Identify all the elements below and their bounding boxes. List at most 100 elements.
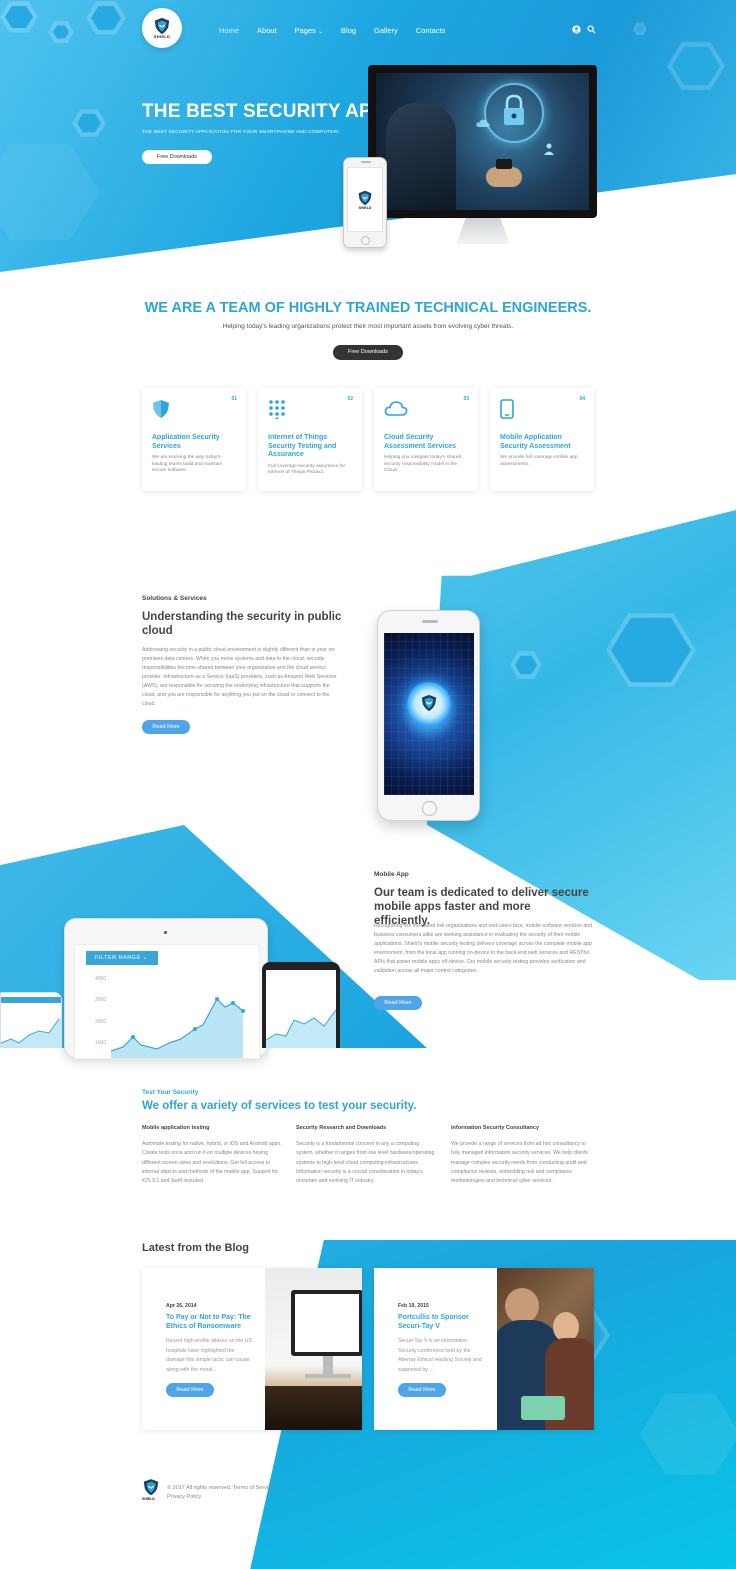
monitor-stand [456,218,510,244]
service-column-title: Mobile application testing [142,1125,210,1131]
solutions-text: Addressing security in a public cloud en… [142,647,337,707]
tablet-screen: FILTER RANGE ⌄ 4000 3000 2000 1000 [74,944,260,1059]
card-title: Internet of Things Security Testing and … [268,434,337,458]
nav-item-pages[interactable]: Pages ⌄ [295,26,323,35]
test-title: We offer a variety of services to test y… [142,1100,417,1112]
blog-title: Latest from the Blog [142,1242,249,1254]
hexagon-decoration [510,651,542,679]
object-in-photo [521,1396,565,1420]
hexagon-decoration [667,42,725,90]
nav-item-home[interactable]: Home [219,26,239,35]
home-button [422,801,437,816]
mobile-read-more-button[interactable]: Read More [374,996,422,1010]
chevron-down-icon: ⌄ [318,29,324,35]
post-image [497,1268,594,1430]
service-column-text: Security is a fundamental concern in any… [296,1141,435,1185]
service-card[interactable]: 02 Internet of Things Security Testing a… [258,388,362,491]
blog-post-card[interactable]: Apr 26, 2014 To Pay or Not to Pay: The E… [142,1268,362,1430]
team-title: WE ARE A TEAM OF HIGHLY TRAINED TECHNICA… [144,300,592,316]
post-date: Apr 26, 2014 [166,1303,197,1309]
search-icon[interactable] [587,25,596,34]
monitor-base-in-photo [305,1374,351,1378]
desktop-monitor-image [368,65,597,218]
shield-logo-icon [421,694,437,712]
card-title: Cloud Security Assessment Services [384,434,456,450]
hexagon-decoration [640,1393,736,1475]
header-icons [572,25,596,34]
shield-icon [153,400,169,418]
y-tick-label: 3000 [95,997,107,1003]
solutions-read-more-button[interactable]: Read More [142,720,190,734]
phone-speaker [422,620,438,623]
post-title[interactable]: Portcullis to Sponsor Securi-Tay V [398,1314,488,1331]
logo-text: SHIELD [153,34,171,39]
hero-download-button[interactable]: Free Downloads [142,150,212,164]
smartphone-in-hand [496,159,512,169]
solutions-eyebrow: Solutions & Services [142,595,207,602]
smartphone-image [377,610,480,821]
card-text: We provide full coverage mobile app asse… [500,455,578,467]
site-logo[interactable]: SHIELD [142,8,182,48]
monitor-stand-in-photo [323,1356,333,1374]
phone-screen: SHIELD [347,167,383,232]
hexagon-decoration [48,20,74,44]
tablet-camera [164,931,167,934]
filter-range-button: FILTER RANGE ⌄ [86,951,158,965]
service-card[interactable]: 03 Cloud Security Assessment Services He… [374,388,478,491]
monitor-in-photo [291,1290,362,1356]
card-text: Full coverage security assurance for Int… [268,463,346,476]
nav-item-about[interactable]: About [257,26,277,35]
nav-item-gallery[interactable]: Gallery [374,26,398,35]
card-number: 02 [347,396,353,402]
nav-item-blog[interactable]: Blog [341,26,356,35]
phone-left-image [0,992,62,1048]
home-button [361,236,370,245]
mobile-eyebrow: Mobile App [374,871,409,878]
phone-screen [384,633,474,795]
nav-item-contacts[interactable]: Contacts [416,26,446,35]
service-column-title: Information Security Consultancy [451,1125,540,1131]
card-text: Helping you navigate today's shared secu… [384,455,462,473]
hexagon-decoration [86,1,126,35]
hexagon-decoration [0,144,100,240]
blog-background [250,1240,736,1569]
user-icon[interactable] [572,25,581,34]
service-card[interactable]: 01 Application Security Services We are … [142,388,246,491]
hexagon-decoration [606,613,696,687]
shield-logo-icon [358,190,372,205]
team-download-button[interactable]: Free Downloads [333,345,403,360]
hexagon-decoration [0,1,38,33]
card-number: 03 [463,396,469,402]
service-card[interactable]: 04 Mobile Application Security Assessmen… [490,388,594,491]
hero-subtitle: THE BEST SECURITY APPLICATION FOR YOUR S… [142,130,339,135]
post-read-more-button[interactable]: Read More [398,1383,446,1397]
test-eyebrow: Test Your Security [142,1089,199,1096]
smartphone-image: SHIELD [343,157,387,248]
person-head [505,1288,539,1324]
y-tick-label: 4000 [95,976,107,982]
footer-logo-text: SHIELD [142,1497,155,1501]
main-nav: Home About Pages ⌄ Blog Gallery Contacts [219,26,463,35]
post-read-more-button[interactable]: Read More [166,1383,214,1397]
service-column-text: Automate testing for native, hybrid, or … [142,1141,282,1185]
blog-post-card[interactable]: Feb 19, 2015 Portcullis to Sponsor Secur… [374,1268,594,1430]
post-image [265,1268,362,1430]
mobile-icon [500,399,514,419]
post-excerpt: Recent high-profile attacks on the US ho… [166,1338,252,1373]
footer-privacy-link[interactable]: Privacy Policy [167,1494,201,1500]
y-tick-label: 1000 [95,1040,107,1046]
monitor-screen [376,73,589,210]
dots-grid-icon [269,400,285,421]
post-title[interactable]: To Pay or Not to Pay: The Ethics of Rans… [166,1314,256,1331]
area-chart-graphic [266,1009,336,1048]
filter-range-label: FILTER RANGE [95,955,141,961]
solutions-title: Understanding the security in public clo… [142,611,342,637]
team-subtitle: Helping today's leading organizations pr… [222,323,514,330]
businessman-figure [386,103,456,210]
footer-copyright[interactable]: © 2017 All rights reserved. Terms of Ser… [167,1485,274,1491]
line-chart-graphic [1,1018,61,1047]
android-phone-image [262,962,340,1048]
card-title: Application Security Services [152,434,220,450]
card-title: Mobile Application Security Assessment [500,434,571,450]
area-chart-graphic [111,997,245,1058]
